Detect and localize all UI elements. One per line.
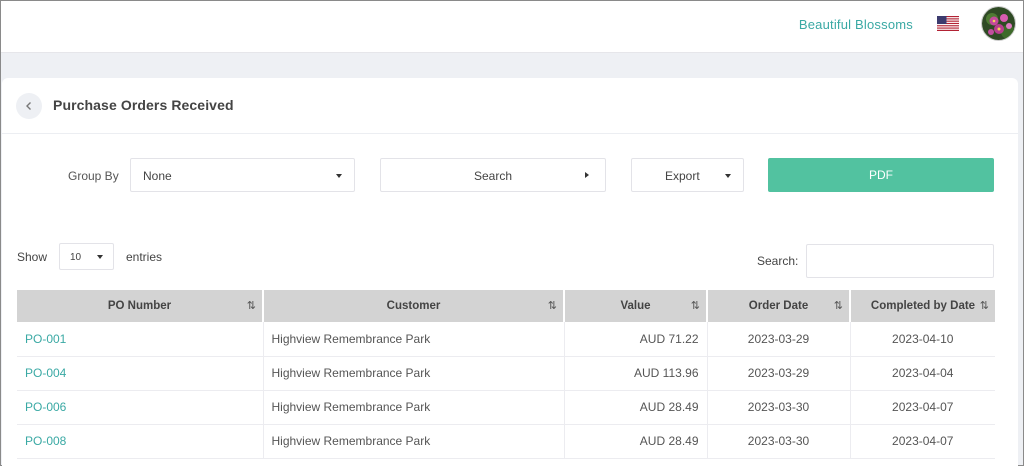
table-row: PO-008 Highview Remembrance Park AUD 28.…: [17, 424, 995, 459]
column-label: Completed by Date: [870, 300, 976, 312]
po-link[interactable]: PO-006: [25, 400, 66, 414]
column-label: Customer: [386, 300, 441, 312]
table-search-label: Search:: [757, 254, 799, 268]
group-by-select[interactable]: None: [130, 158, 355, 192]
po-link[interactable]: PO-004: [25, 366, 66, 380]
table-row: PO-001 Highview Remembrance Park AUD 71.…: [17, 322, 995, 357]
order-date-cell: 2023-03-29: [707, 322, 851, 357]
pdf-button[interactable]: PDF: [768, 158, 994, 192]
po-link[interactable]: PO-001: [25, 332, 66, 346]
customer-cell: Highview Remembrance Park: [263, 356, 565, 391]
page-title: Purchase Orders Received: [53, 97, 234, 113]
caret-right-icon: [585, 172, 589, 178]
avatar[interactable]: [981, 6, 1016, 41]
top-bar: Beautiful Blossoms: [1, 1, 1023, 53]
back-button[interactable]: [16, 93, 42, 119]
group-by-value: None: [143, 169, 172, 183]
table-search-input[interactable]: [806, 244, 994, 278]
value-cell: AUD 113.96: [564, 356, 708, 391]
export-dropdown[interactable]: Export: [631, 158, 744, 192]
order-date-cell: 2023-03-29: [707, 356, 851, 391]
column-label: PO Number: [107, 300, 172, 312]
value-cell: AUD 28.49: [564, 390, 708, 425]
table-row: PO-006 Highview Remembrance Park AUD 28.…: [17, 390, 995, 425]
purchase-orders-card: Purchase Orders Received Group By None S…: [2, 78, 1018, 466]
order-date-cell: 2023-03-30: [707, 390, 851, 425]
group-by-label: Group By: [68, 169, 119, 183]
column-header-value[interactable]: Value ⇅: [564, 290, 708, 322]
po-number-cell: PO-001: [17, 322, 264, 357]
us-flag-icon[interactable]: [937, 16, 959, 31]
purchase-orders-table: PO Number ⇅ Customer ⇅ Value ⇅ Order Date ⇅ …: [17, 290, 995, 459]
customer-cell: Highview Remembrance Park: [263, 390, 565, 425]
value-cell: AUD 71.22: [564, 322, 708, 357]
card-header: Purchase Orders Received: [2, 78, 1018, 134]
sort-icon[interactable]: ⇅: [691, 299, 700, 312]
column-header-order-date[interactable]: Order Date ⇅: [707, 290, 851, 322]
completed-date-cell: 2023-04-07: [850, 390, 995, 425]
po-number-cell: PO-006: [17, 390, 264, 425]
show-label: Show: [17, 250, 48, 264]
po-number-cell: PO-004: [17, 356, 264, 391]
column-label: Value: [620, 300, 651, 312]
sort-icon[interactable]: ⇅: [247, 299, 256, 312]
column-label: Order Date: [748, 300, 809, 312]
column-header-po-number[interactable]: PO Number ⇅: [17, 290, 264, 322]
caret-down-icon: [97, 255, 103, 259]
customer-cell: Highview Remembrance Park: [263, 424, 565, 459]
po-link[interactable]: PO-008: [25, 434, 66, 448]
po-number-cell: PO-008: [17, 424, 264, 459]
column-header-customer[interactable]: Customer ⇅: [263, 290, 565, 322]
search-button-label: Search: [473, 169, 513, 183]
flower-avatar-icon: [982, 7, 1015, 40]
caret-down-icon: [725, 174, 731, 178]
value-cell: AUD 28.49: [564, 424, 708, 459]
completed-date-cell: 2023-04-04: [850, 356, 995, 391]
entries-label: entries: [126, 250, 163, 264]
chevron-left-icon: [26, 102, 31, 110]
sort-icon[interactable]: ⇅: [980, 299, 989, 312]
column-header-completed-by-date[interactable]: Completed by Date ⇅: [850, 290, 995, 322]
order-date-cell: 2023-03-30: [707, 424, 851, 459]
customer-cell: Highview Remembrance Park: [263, 322, 565, 357]
page-size-select[interactable]: 10: [59, 243, 114, 270]
caret-down-icon: [336, 174, 342, 178]
sort-icon[interactable]: ⇅: [834, 299, 843, 312]
table-row: PO-004 Highview Remembrance Park AUD 113…: [17, 356, 995, 391]
brand-name[interactable]: Beautiful Blossoms: [799, 17, 913, 32]
completed-date-cell: 2023-04-07: [850, 424, 995, 459]
export-label: Export: [665, 169, 700, 183]
sort-icon[interactable]: ⇅: [548, 299, 557, 312]
completed-date-cell: 2023-04-10: [850, 322, 995, 357]
table-header-row: PO Number ⇅ Customer ⇅ Value ⇅ Order Date ⇅ …: [17, 290, 995, 322]
page-size-value: 10: [70, 252, 82, 263]
search-button[interactable]: Search: [380, 158, 606, 192]
